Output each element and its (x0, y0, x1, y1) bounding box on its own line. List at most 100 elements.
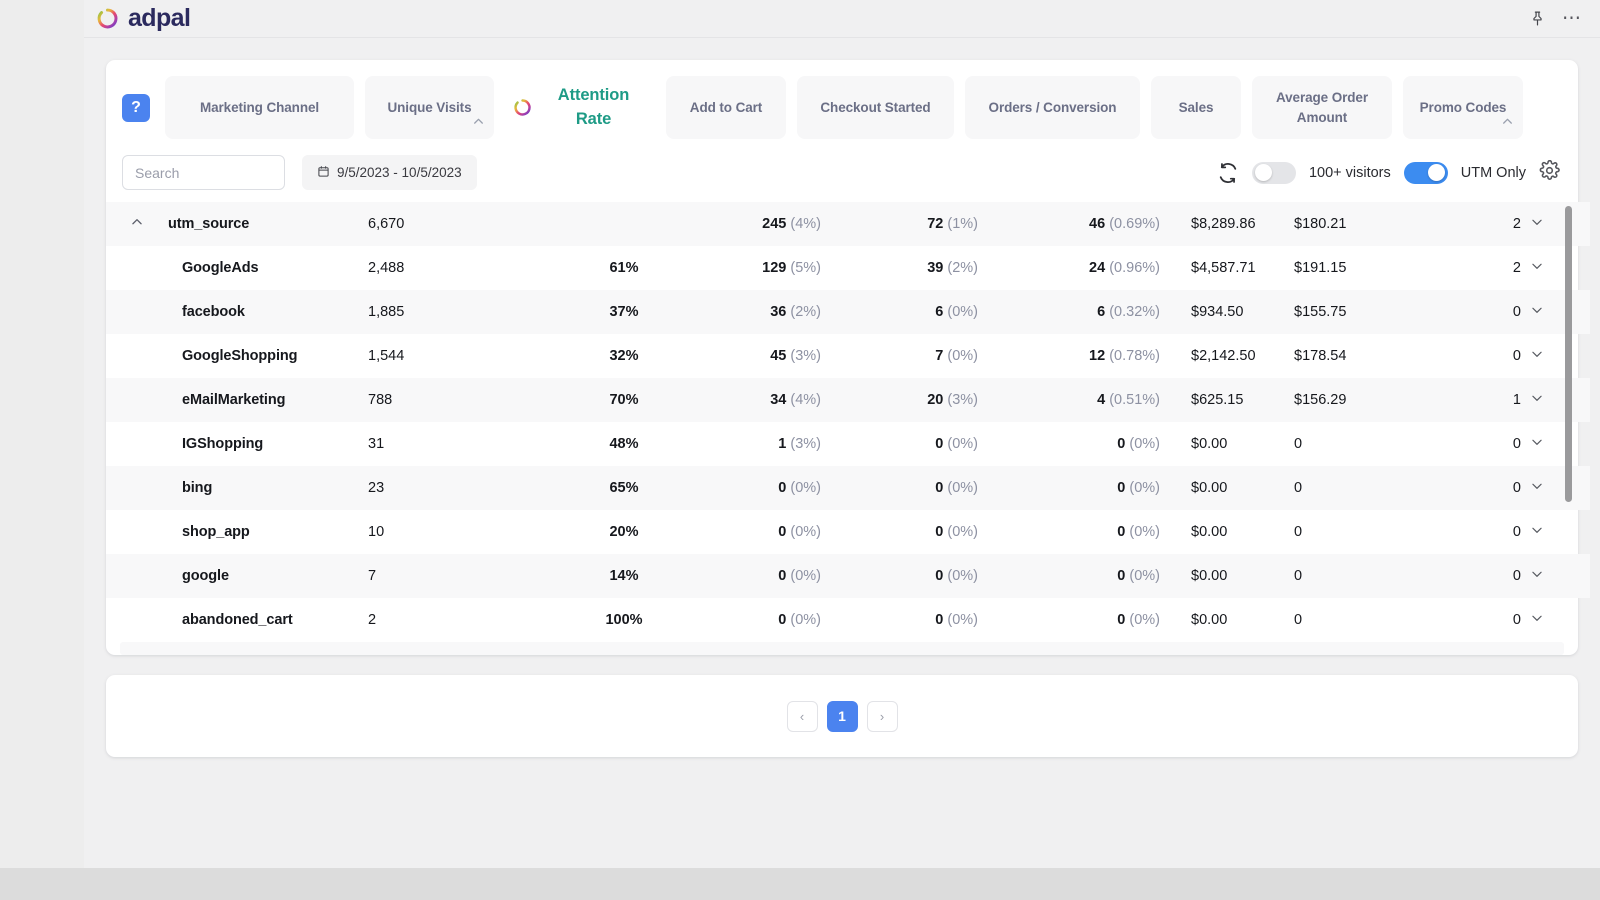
column-average-order-amount[interactable]: Average Order Amount (1252, 76, 1392, 139)
attention-donut-icon (513, 98, 532, 117)
cell-add-to-cart: 129 (5%) (762, 260, 821, 276)
topbar-icons: ⋯ (1529, 9, 1582, 28)
column-checkout-started[interactable]: Checkout Started (797, 76, 954, 139)
cell-checkout-started: 0 (0%) (935, 480, 978, 496)
cell-add-to-cart: 1 (3%) (778, 436, 821, 452)
table-vertical-scrollbar[interactable] (1565, 206, 1572, 502)
page-content: ? Marketing Channel Unique Visits Attent… (84, 38, 1600, 868)
pagination-next-button[interactable]: › (866, 700, 898, 732)
pagination-page-1[interactable]: 1 (826, 700, 858, 732)
chevron-down-icon[interactable] (1530, 523, 1544, 541)
refresh-icon[interactable] (1217, 162, 1239, 184)
chevron-down-icon[interactable] (1530, 567, 1544, 585)
cell-unique-visits: 10 (368, 524, 385, 540)
cell-sales: $0.00 (1191, 524, 1228, 540)
row-name: facebook (182, 304, 245, 320)
cell-checkout-started: 0 (0%) (935, 436, 978, 452)
pagination-prev-button[interactable]: ‹ (786, 700, 818, 732)
top-bar: adpal ⋯ (84, 0, 1600, 38)
table-horizontal-scroll-track[interactable] (120, 642, 1564, 655)
table-row[interactable]: bing 23 65% 0 (0%) 0 (0%) 0 (0%) $0.00 0 0 (106, 466, 1590, 510)
column-orders-conversion[interactable]: Orders / Conversion (965, 76, 1140, 139)
column-unique-visits[interactable]: Unique Visits (365, 76, 494, 139)
cell-promo-codes[interactable]: 0 (1430, 554, 1590, 598)
cell-attention-rate: 48% (609, 436, 639, 452)
column-sales[interactable]: Sales (1151, 76, 1241, 139)
cell-average-order-amount: 0 (1294, 436, 1303, 452)
row-expand-toggle[interactable] (106, 202, 168, 246)
column-label: Unique Visits (387, 99, 472, 115)
chevron-down-icon[interactable] (1530, 303, 1544, 321)
cell-promo-codes[interactable]: 0 (1430, 598, 1590, 642)
chevron-up-icon[interactable] (1501, 115, 1514, 133)
brand-name: adpal (128, 4, 191, 32)
row-name: shop_app (182, 524, 250, 540)
chevron-down-icon[interactable] (1530, 479, 1544, 497)
column-label: Marketing Channel (199, 99, 320, 115)
cell-add-to-cart: 0 (0%) (778, 480, 821, 496)
cell-unique-visits: 2,488 (368, 260, 405, 276)
date-range-picker[interactable]: 9/5/2023 - 10/5/2023 (302, 155, 477, 190)
cell-add-to-cart: 45 (3%) (770, 348, 821, 364)
help-button[interactable]: ? (122, 93, 150, 122)
cell-sales: $0.00 (1191, 436, 1228, 452)
column-marketing-channel[interactable]: Marketing Channel (165, 76, 354, 139)
cell-orders-conversion: 24 (0.96%) (1089, 260, 1160, 276)
cell-orders-conversion: 4 (0.51%) (1097, 392, 1160, 408)
cell-sales: $0.00 (1191, 480, 1228, 496)
chevron-up-icon[interactable] (472, 115, 485, 133)
column-attention-rate[interactable]: Attention Rate (505, 76, 655, 139)
table-row[interactable]: GoogleAds 2,488 61% 129 (5%) 39 (2%) 24 (0.96… (106, 246, 1590, 290)
data-table-wrapper: utm_source 6,670 245 (4%) 72 (1%) 46 (0.69%)… (106, 202, 1590, 655)
cell-orders-conversion: 0 (0%) (1117, 480, 1160, 496)
table-row[interactable]: utm_source 6,670 245 (4%) 72 (1%) 46 (0.69%)… (106, 202, 1590, 246)
table-row[interactable]: abandoned_cart 2 100% 0 (0%) 0 (0%) 0 (0%) $0.… (106, 598, 1590, 642)
pin-icon[interactable] (1529, 10, 1546, 27)
cell-checkout-started: 0 (0%) (935, 524, 978, 540)
column-label: Add to Cart (689, 99, 763, 115)
chevron-down-icon[interactable] (1530, 259, 1544, 277)
cell-sales: $934.50 (1191, 304, 1244, 320)
table-row[interactable]: eMailMarketing 788 70% 34 (4%) 20 (3%) 4 (0.5… (106, 378, 1590, 422)
toggle-knob (1254, 164, 1272, 181)
cell-attention-rate: 32% (609, 348, 639, 364)
chevron-down-icon[interactable] (1530, 611, 1544, 629)
adpal-donut-logo-icon (96, 7, 119, 30)
cell-unique-visits: 1,885 (368, 304, 405, 320)
cell-promo-codes[interactable]: 0 (1430, 510, 1590, 554)
utm-only-toggle-label: UTM Only (1460, 164, 1526, 181)
cell-checkout-started: 7 (0%) (935, 348, 978, 364)
table-row[interactable]: google 7 14% 0 (0%) 0 (0%) 0 (0%) $0.00 0 0 (106, 554, 1590, 598)
cell-add-to-cart: 245 (4%) (762, 216, 821, 232)
column-label: Average Order Amount (1276, 89, 1368, 125)
visitors-toggle[interactable] (1251, 161, 1296, 184)
brand-logo[interactable]: adpal (96, 4, 191, 33)
chevron-down-icon[interactable] (1530, 215, 1544, 233)
cell-unique-visits: 788 (368, 392, 393, 408)
chevron-down-icon[interactable] (1530, 391, 1544, 409)
cell-average-order-amount: 0 (1294, 568, 1303, 584)
row-expand-toggle (106, 510, 168, 554)
cell-checkout-started: 0 (0%) (935, 612, 978, 628)
left-gutter (0, 0, 84, 868)
column-add-to-cart[interactable]: Add to Cart (666, 76, 786, 139)
more-options-icon[interactable]: ⋯ (1562, 9, 1582, 28)
cell-checkout-started: 0 (0%) (935, 568, 978, 584)
table-row[interactable]: facebook 1,885 37% 36 (2%) 6 (0%) 6 (0.32%) $9… (106, 290, 1590, 334)
row-expand-toggle (106, 466, 168, 510)
table-row[interactable]: shop_app 10 20% 0 (0%) 0 (0%) 0 (0%) $0.00 0 0 (106, 510, 1590, 554)
column-promo-codes[interactable]: Promo Codes (1403, 76, 1523, 139)
chevron-down-icon[interactable] (1530, 347, 1544, 365)
table-row[interactable]: GoogleShopping 1,544 32% 45 (3%) 7 (0%) 12 (0… (106, 334, 1590, 378)
cell-add-to-cart: 0 (0%) (778, 524, 821, 540)
utm-only-toggle[interactable] (1403, 161, 1448, 184)
row-expand-toggle (106, 554, 168, 598)
cell-add-to-cart: 0 (0%) (778, 568, 821, 584)
gear-icon[interactable] (1539, 159, 1560, 186)
row-expand-toggle (106, 378, 168, 422)
cell-add-to-cart: 36 (2%) (770, 304, 821, 320)
chevron-down-icon[interactable] (1530, 435, 1544, 453)
cell-average-order-amount: $178.54 (1294, 348, 1347, 364)
table-row[interactable]: IGShopping 31 48% 1 (3%) 0 (0%) 0 (0%) $0.00 0 0 (106, 422, 1590, 466)
search-input[interactable] (122, 155, 285, 190)
